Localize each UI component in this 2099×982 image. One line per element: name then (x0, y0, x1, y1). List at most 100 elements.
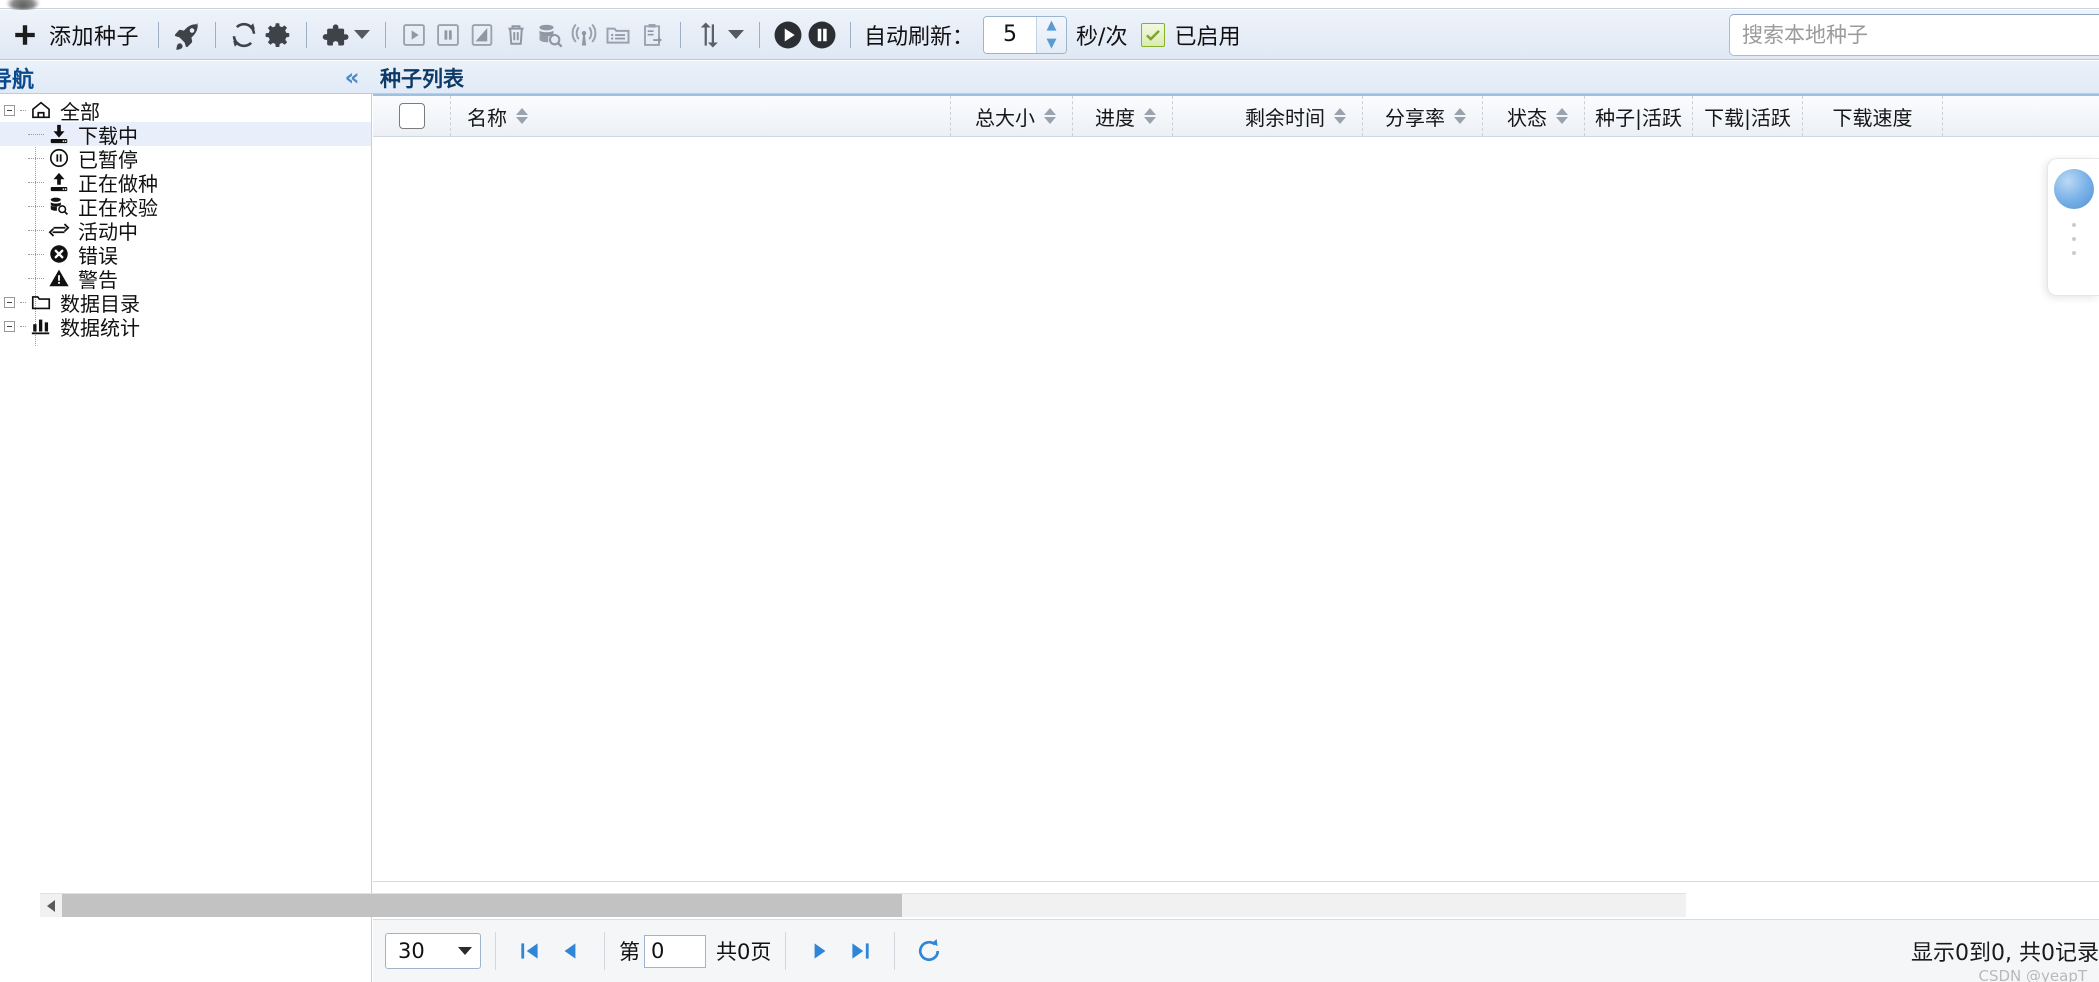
column-header-share-ratio[interactable]: 分享率 (1363, 96, 1483, 136)
add-torrent-button[interactable]: 添加种子 (0, 15, 147, 55)
tree-connector (28, 277, 44, 279)
sidebar-item-paused[interactable]: 已暂停 (0, 146, 371, 172)
sort-arrows-icon[interactable] (692, 18, 726, 52)
search-input[interactable] (1729, 13, 2099, 56)
tree-connector (28, 181, 44, 183)
record-count-text: 显示0到0, 共0记录 (1911, 941, 2099, 966)
last-page-icon[interactable] (840, 931, 880, 971)
collapse-sidebar-button[interactable]: « (337, 61, 367, 94)
torrent-manager-window: 添加种子 自动刷新： 5 ▲ ▼ 秒/次 已启用 搜索本地种子 导航 « 种子列… (0, 0, 2099, 982)
sidebar-item-warning[interactable]: 警告 (0, 266, 371, 292)
tree-connector (28, 229, 44, 231)
column-label: 进度 (1095, 105, 1135, 130)
column-header-progress[interactable]: 进度 (1073, 96, 1173, 136)
widget-menu-dots-icon[interactable] (2071, 223, 2076, 255)
sidebar-item-all[interactable]: 全部 (0, 98, 371, 124)
pager-separator-1 (495, 932, 496, 970)
sort-indicator-icon[interactable] (1454, 108, 1466, 124)
toolbar-separator-6 (759, 21, 761, 48)
error-circle-icon (46, 243, 72, 265)
pager-separator-4 (894, 932, 896, 970)
column-header-seeds-active[interactable]: 种子|活跃 (1585, 96, 1693, 136)
stepper-down-icon[interactable]: ▼ (1037, 35, 1066, 53)
rocket-icon[interactable] (170, 18, 204, 52)
sidebar-item-data-statistics[interactable]: 数据统计 (0, 314, 371, 340)
select-all-checkbox[interactable] (398, 103, 425, 129)
column-header-total-size[interactable]: 总大小 (951, 96, 1073, 136)
reload-icon[interactable] (909, 931, 949, 971)
broadcast-icon[interactable] (567, 18, 601, 52)
horizontal-scrollbar[interactable] (40, 893, 1686, 917)
stepper-up-icon[interactable]: ▲ (1037, 17, 1066, 35)
pause-circle-icon[interactable] (805, 18, 839, 52)
auto-refresh-stepper[interactable]: 5 ▲ ▼ (983, 15, 1068, 54)
column-header-peers-active[interactable]: 下载|活跃 (1693, 96, 1803, 136)
tree-connector (20, 325, 26, 327)
page-number-input[interactable] (644, 934, 706, 968)
page-size-value: 30 (398, 939, 425, 963)
column-header-download-speed[interactable]: 下载速度 (1803, 96, 1943, 136)
folder-list-icon[interactable] (601, 18, 635, 52)
expand-toggle-icon[interactable] (0, 293, 18, 311)
column-header-remaining-time[interactable]: 剩余时间 (1173, 96, 1363, 136)
sort-indicator-icon[interactable] (1144, 108, 1156, 124)
auto-refresh-value[interactable]: 5 (984, 16, 1037, 53)
watermark-text: CSDN @yeapT (1978, 967, 2087, 982)
scrollbar-track[interactable] (62, 894, 1686, 917)
sidebar-item-downloading[interactable]: 下载中 (0, 122, 371, 148)
sidebar-item-active[interactable]: 活动中 (0, 218, 371, 244)
column-label: 种子|活跃 (1595, 105, 1682, 130)
expand-toggle-icon[interactable] (0, 101, 18, 119)
toolbar-separator-7 (850, 21, 852, 48)
add-torrent-label: 添加种子 (49, 24, 140, 50)
refresh-icon[interactable] (227, 18, 261, 52)
sort-indicator-icon[interactable] (1044, 108, 1056, 124)
auto-refresh-checkbox[interactable] (1141, 22, 1166, 47)
search-area (1729, 10, 2099, 59)
sort-indicator-icon[interactable] (1556, 108, 1568, 124)
column-header-status[interactable]: 状态 (1483, 96, 1585, 136)
upload-icon (46, 171, 72, 193)
column-label: 状态 (1507, 105, 1547, 130)
column-header-select-all[interactable] (373, 96, 451, 136)
floating-assistant-widget[interactable] (2047, 158, 2099, 296)
tree-connector (28, 133, 44, 135)
first-page-icon[interactable] (510, 931, 550, 971)
sidebar-item-seeding[interactable]: 正在做种 (0, 170, 371, 196)
chevron-down-icon-2[interactable] (728, 30, 745, 39)
auto-refresh-arrows[interactable]: ▲ ▼ (1036, 16, 1067, 53)
trash-icon[interactable] (499, 18, 533, 52)
edit-box-icon[interactable] (465, 18, 499, 52)
sort-indicator-icon[interactable] (1334, 108, 1346, 124)
sidebar-item-error[interactable]: 错误 (0, 242, 371, 268)
page-prefix-label: 第 (619, 940, 640, 964)
db-search-icon (46, 195, 72, 217)
assistant-orb-icon[interactable] (2053, 169, 2094, 209)
navigation-sidebar: 全部 下载中 已暂停 正在做种 正在校验 活动中 错误 警告 数据目录 数据统计 (0, 94, 372, 982)
sidebar-item-data-directory[interactable]: 数据目录 (0, 290, 371, 316)
pager-separator-2 (604, 932, 605, 970)
pause-box-icon[interactable] (431, 18, 465, 52)
play-circle-icon[interactable] (771, 18, 805, 52)
pause-circle-icon (46, 147, 72, 169)
toolbar-separator-5 (680, 21, 682, 48)
main-toolbar: 添加种子 自动刷新： 5 ▲ ▼ 秒/次 已启用 搜索本地种子 (0, 10, 2099, 60)
gear-icon[interactable] (261, 18, 295, 52)
scroll-left-button[interactable] (40, 894, 62, 917)
clipboard-export-icon[interactable] (635, 18, 669, 52)
tree-connector (20, 109, 26, 111)
db-search-icon[interactable] (533, 18, 567, 52)
page-size-select[interactable]: 30 (385, 933, 481, 969)
scrollbar-thumb[interactable] (62, 894, 902, 917)
chevron-down-icon[interactable] (354, 30, 371, 39)
next-page-icon[interactable] (800, 931, 840, 971)
play-box-icon[interactable] (397, 18, 431, 52)
page-title: 种子列表 (380, 66, 464, 91)
prev-page-icon[interactable] (550, 931, 590, 971)
sidebar-item-checking[interactable]: 正在校验 (0, 194, 371, 220)
torrent-table-body[interactable] (373, 137, 2099, 882)
puzzle-icon[interactable] (318, 18, 352, 52)
sort-indicator-icon[interactable] (516, 108, 528, 124)
column-header-name[interactable]: 名称 (451, 96, 951, 136)
expand-toggle-icon[interactable] (0, 317, 18, 335)
